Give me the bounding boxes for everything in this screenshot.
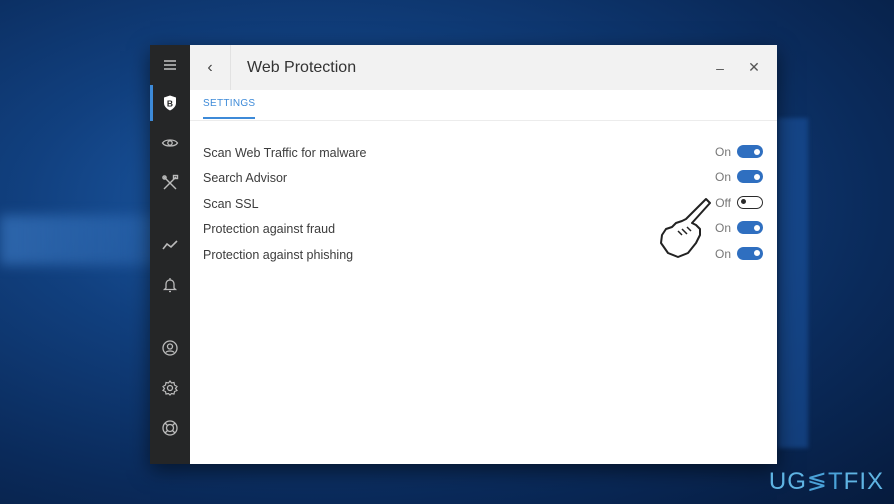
- toggle-switch[interactable]: [737, 145, 763, 158]
- rail-item-privacy[interactable]: [150, 123, 190, 163]
- toggle-switch[interactable]: [737, 195, 763, 209]
- rail-item-account[interactable]: [150, 328, 190, 368]
- bell-icon: [162, 278, 178, 293]
- setting-label: Scan SSL: [203, 196, 259, 211]
- chevron-left-icon: ‹: [207, 58, 213, 76]
- title-bar: ‹ Web Protection – ✕: [190, 45, 777, 90]
- tab-settings[interactable]: SETTINGS: [203, 98, 256, 119]
- setting-row-search-advisor: Search Advisor On: [190, 167, 777, 192]
- watermark-part2: ≶T: [806, 468, 844, 495]
- minimize-button[interactable]: –: [705, 45, 735, 90]
- svg-text:B: B: [167, 99, 173, 109]
- setting-state: On: [714, 221, 731, 236]
- toggle-switch[interactable]: [737, 246, 763, 260]
- minimize-icon: –: [716, 59, 724, 76]
- menu-button[interactable]: [150, 45, 190, 85]
- rail-item-support[interactable]: [150, 408, 190, 448]
- page-title: Web Protection: [247, 58, 357, 76]
- tools-icon: [162, 174, 179, 190]
- rail-item-settings[interactable]: [150, 368, 190, 408]
- hand-pointer-cursor-icon: [660, 198, 711, 258]
- rail-item-protection[interactable]: B: [150, 83, 190, 123]
- nav-rail: B: [150, 45, 190, 464]
- setting-state: On: [714, 246, 731, 261]
- toggle-switch[interactable]: [737, 221, 763, 235]
- toggle-switch[interactable]: [737, 170, 763, 184]
- watermark-part1: UG: [768, 468, 807, 495]
- user-account-icon: [162, 340, 178, 356]
- setting-label: Search Advisor: [203, 171, 288, 186]
- setting-state: On: [714, 170, 731, 185]
- eye-icon: [161, 139, 179, 147]
- tab-bar: SETTINGS: [190, 90, 777, 121]
- rail-item-utilities[interactable]: [150, 163, 190, 203]
- gear-icon: [162, 380, 178, 396]
- shield-b-icon: B: [164, 95, 176, 111]
- setting-label: Scan Web Traffic for malware: [203, 146, 367, 160]
- rail-item-notifications[interactable]: [150, 265, 190, 305]
- setting-row-scan-web-traffic: Scan Web Traffic for malware On: [190, 142, 777, 167]
- close-button[interactable]: ✕: [739, 45, 769, 90]
- activity-graph-icon: [162, 240, 178, 250]
- rail-item-activity[interactable]: [150, 225, 190, 265]
- desktop-window-pane: [778, 118, 808, 448]
- watermark-part3: FIX: [843, 468, 884, 495]
- setting-label: Protection against phishing: [203, 247, 354, 262]
- lifebuoy-support-icon: [162, 420, 178, 436]
- setting-label: Protection against fraud: [203, 222, 336, 237]
- setting-state: On: [714, 145, 731, 159]
- setting-state: Off: [715, 195, 731, 210]
- back-button[interactable]: ‹: [190, 45, 231, 90]
- watermark-logo: UG≶TFIX: [769, 467, 884, 496]
- hamburger-menu-icon: [164, 60, 176, 70]
- close-icon: ✕: [748, 59, 760, 75]
